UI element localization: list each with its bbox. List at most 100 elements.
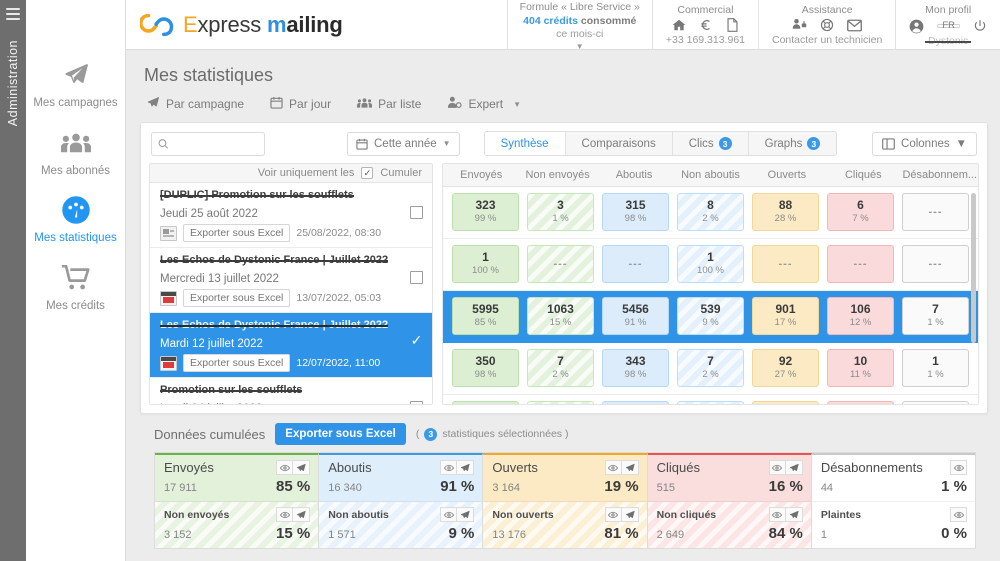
table-row[interactable]: 323 99 % 31 % 315 98 % 82 % 88 28 % 67 % --… xyxy=(443,187,978,239)
table-row[interactable]: 350 98 % 72 % 343 98 % 72 % 92 27 % 10 11 % … xyxy=(443,343,978,395)
subtab-label: Par jour xyxy=(289,97,332,111)
cumulative-cell-non-aboutis[interactable]: Non aboutis 1 571 9 % xyxy=(319,502,483,548)
cell-pct: 100 % xyxy=(697,264,724,276)
send-icon[interactable] xyxy=(293,460,311,475)
cumulative-cell-non-cliques[interactable]: Non cliqués 2 649 84 % xyxy=(647,502,811,548)
lifebuoy-icon[interactable] xyxy=(820,18,834,32)
subtab-expert[interactable]: Expert ▼ xyxy=(447,96,521,112)
columns-button[interactable]: Colonnes ▼ xyxy=(872,131,977,156)
column-header-non-aboutis[interactable]: Non aboutis xyxy=(672,169,748,181)
columns-label: Colonnes xyxy=(901,137,950,150)
sidebar-item-mes-abonnes[interactable]: Mes abonnés xyxy=(26,118,125,186)
campaign-row[interactable]: Promotion sur les soufflets Lundi 04 jui… xyxy=(150,378,432,404)
send-icon[interactable] xyxy=(621,460,639,475)
header-group-formule[interactable]: Formule « Libre Service » 404 crédits co… xyxy=(506,0,652,51)
table-row[interactable]: 1 100 % --- --- 1 100 % --- --- --- xyxy=(443,239,978,291)
export-excel-button[interactable]: Exporter sous Excel xyxy=(275,423,406,445)
eye-icon[interactable] xyxy=(768,507,786,522)
eye-icon[interactable] xyxy=(950,507,968,522)
campaign-checkbox[interactable] xyxy=(410,401,423,404)
envelope-icon[interactable] xyxy=(847,19,863,32)
eye-icon[interactable] xyxy=(440,507,458,522)
eye-icon[interactable] xyxy=(604,507,622,522)
cell-pct: 28 % xyxy=(774,212,797,224)
cell-header: Désabonnements xyxy=(821,460,968,475)
cumulative-cell-desabonnements[interactable]: Désabonnements 44 1 % xyxy=(811,455,976,502)
power-icon[interactable] xyxy=(973,19,987,33)
scrollbar-thumb[interactable] xyxy=(971,193,976,343)
search-box[interactable] xyxy=(151,131,265,156)
chevron-down-icon[interactable]: ▼ xyxy=(576,42,584,51)
cumulative-cell-non-envoyes[interactable]: Non envoyés 3 152 15 % xyxy=(155,502,319,548)
export-excel-button[interactable]: Exporter sous Excel xyxy=(183,224,291,243)
send-icon[interactable] xyxy=(293,507,311,522)
campaign-checkbox[interactable] xyxy=(410,206,423,220)
column-header-ouverts[interactable]: Ouverts xyxy=(749,169,825,181)
document-icon[interactable] xyxy=(726,18,739,33)
chevron-down-icon[interactable]: ▼ xyxy=(513,100,521,109)
cumulative-cell-aboutis[interactable]: Aboutis 16 340 91 % xyxy=(319,455,483,502)
send-icon[interactable] xyxy=(457,460,475,475)
table-row[interactable]: 326 10 315 11 83 5 1 xyxy=(443,395,978,404)
export-excel-button[interactable]: Exporter sous Excel xyxy=(183,289,291,308)
tab-synthese[interactable]: Synthèse xyxy=(484,132,566,155)
header-group-commercial: Commercial +33 169.313.961 xyxy=(651,0,758,50)
eye-icon[interactable] xyxy=(768,460,786,475)
campaign-row[interactable]: Les Echos de Dystonic France | Juillet 2… xyxy=(150,313,432,379)
sidebar-item-mes-campagnes[interactable]: Mes campagnes xyxy=(26,50,125,118)
cell-value: --- xyxy=(853,258,868,271)
column-header-desabonnements[interactable]: Désabonnem... xyxy=(902,169,978,181)
campaign-row[interactable]: [DUPLIC] Promotion sur les soufflets Jeu… xyxy=(150,183,432,249)
account-icon[interactable] xyxy=(909,19,924,34)
eye-icon[interactable] xyxy=(276,507,294,522)
cell-value: --- xyxy=(553,258,568,271)
cumulate-label[interactable]: Cumuler xyxy=(380,167,422,179)
eye-icon[interactable] xyxy=(604,460,622,475)
euro-icon[interactable] xyxy=(699,18,713,32)
send-icon[interactable] xyxy=(785,460,803,475)
assistance-sub[interactable]: Contacter un technicien xyxy=(772,33,882,47)
sidebar-item-mes-statistiques[interactable]: Mes statistiques xyxy=(26,185,125,253)
send-icon[interactable] xyxy=(785,507,803,522)
export-excel-button[interactable]: Exporter sous Excel xyxy=(183,354,291,373)
eye-icon[interactable] xyxy=(440,460,458,475)
column-header-cliques[interactable]: Cliqués xyxy=(825,169,901,181)
campaign-selected-check-icon[interactable]: ✓ xyxy=(410,332,423,349)
user-network-icon[interactable] xyxy=(792,18,807,32)
cumulative-cell-envoyes[interactable]: Envoyés 17 911 85 % xyxy=(155,455,319,502)
search-input[interactable] xyxy=(168,137,258,150)
date-range-button[interactable]: Cette année ▼ xyxy=(347,131,460,156)
paper-plane-icon xyxy=(146,96,160,112)
cumulative-cell-ouverts[interactable]: Ouverts 3 164 19 % xyxy=(483,455,647,502)
send-icon[interactable] xyxy=(621,507,639,522)
table-vertical-scrollbar[interactable] xyxy=(971,193,976,400)
stat-cell-non-envoyes: 72 % xyxy=(527,349,594,388)
column-header-envoyes[interactable]: Envoyés xyxy=(443,169,519,181)
campaign-checkbox[interactable] xyxy=(410,271,423,285)
cumulative-column-cliques: Cliqués 515 16 % Non cliqués 2 649 84 % xyxy=(647,453,812,548)
eye-icon[interactable] xyxy=(276,460,294,475)
see-only-checkbox[interactable]: ✓ xyxy=(361,167,374,180)
eye-icon[interactable] xyxy=(950,460,968,475)
tab-comparaisons[interactable]: Comparaisons xyxy=(566,132,673,155)
cumulative-cell-non-ouverts[interactable]: Non ouverts 13 176 81 % xyxy=(483,502,647,548)
language-selector[interactable]: FR xyxy=(937,21,960,31)
tab-graphs[interactable]: Graphs 3 xyxy=(749,132,837,155)
admin-rail-label: Administration xyxy=(6,40,20,127)
brand-logo[interactable]: Express mailing xyxy=(126,0,343,49)
subtab-par-campagne[interactable]: Par campagne xyxy=(146,96,244,112)
table-row[interactable]: 5995 85 % 1063 15 % 5456 91 % 539 9 % 901 17 … xyxy=(443,290,978,343)
sidebar-item-mes-credits[interactable]: Mes crédits xyxy=(26,253,125,321)
tab-clics[interactable]: Clics 3 xyxy=(673,132,749,155)
cumulative-cell-plaintes[interactable]: Plaintes 1 0 % xyxy=(811,502,976,548)
subtab-par-jour[interactable]: Par jour xyxy=(270,96,331,112)
cumulative-cell-cliques[interactable]: Cliqués 515 16 % xyxy=(647,455,811,502)
column-header-aboutis[interactable]: Aboutis xyxy=(596,169,672,181)
hamburger-icon[interactable] xyxy=(6,8,20,23)
campaign-row[interactable]: Les Echos de Dystonic France | Juillet 2… xyxy=(150,248,432,314)
cell-number: 1 571 xyxy=(328,529,356,541)
home-icon[interactable] xyxy=(672,18,686,32)
send-icon[interactable] xyxy=(457,507,475,522)
column-header-non-envoyes[interactable]: Non envoyés xyxy=(519,169,595,181)
subtab-par-liste[interactable]: Par liste xyxy=(357,97,421,112)
